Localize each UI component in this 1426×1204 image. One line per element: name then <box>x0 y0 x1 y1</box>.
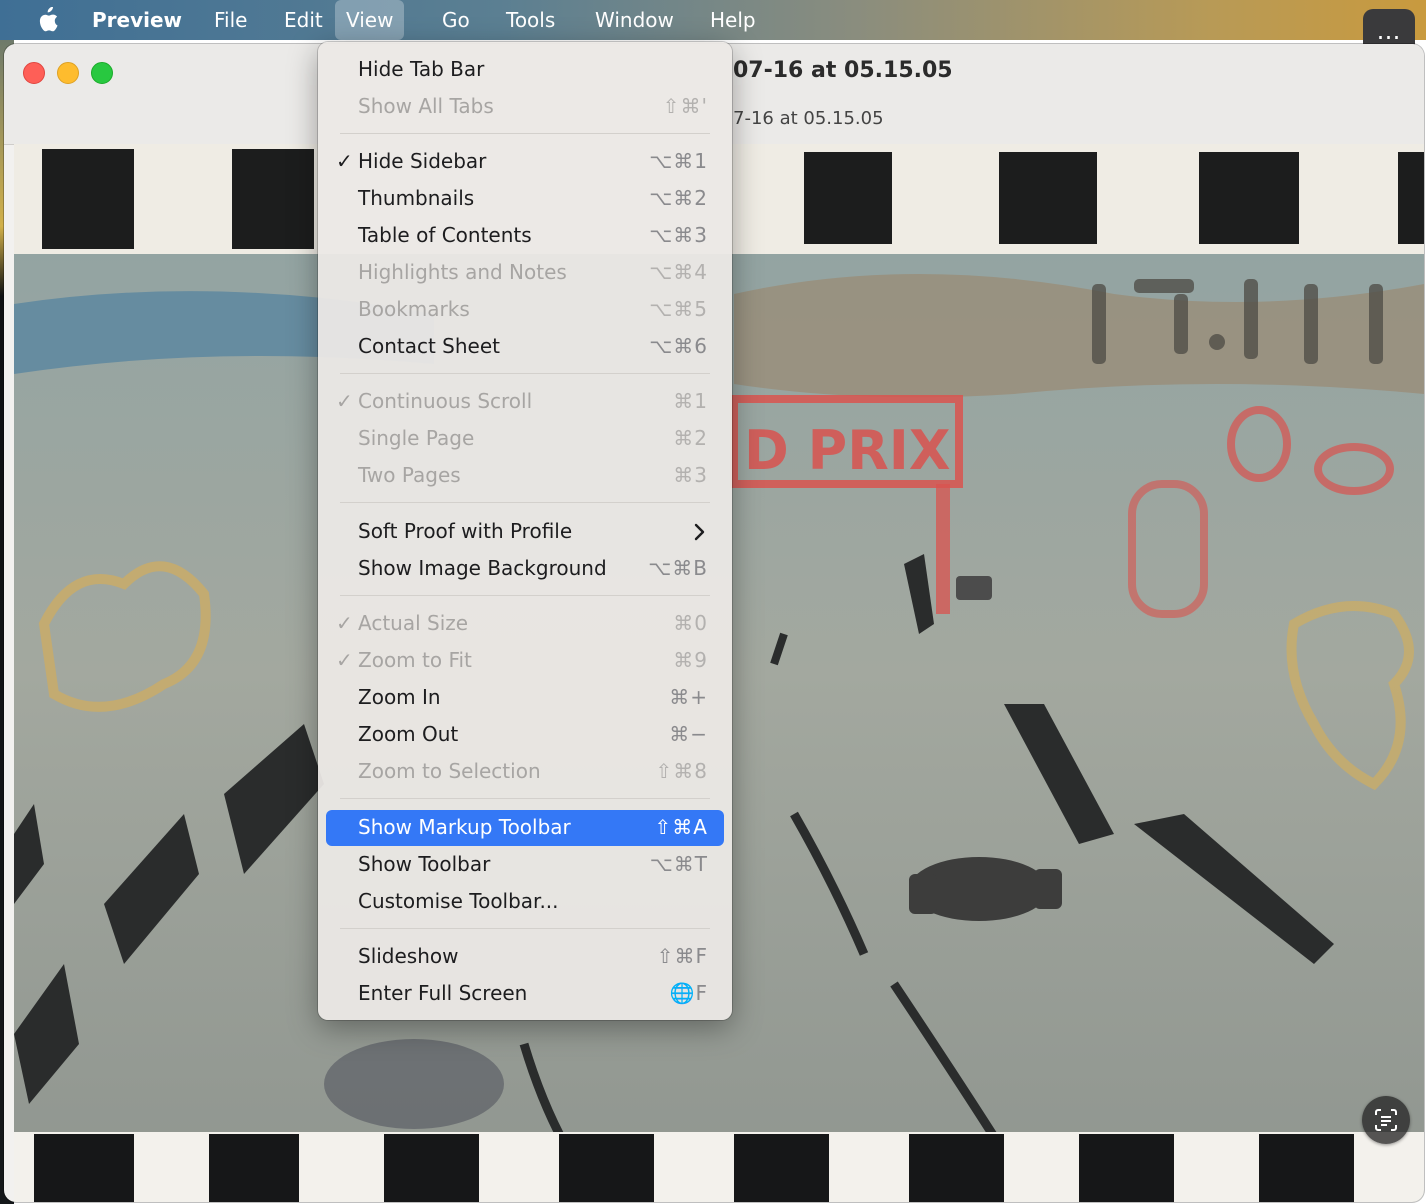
menu-separator <box>340 373 710 374</box>
menu-go[interactable]: Go <box>431 0 481 40</box>
shortcut: ⌥⌘1 <box>649 149 708 173</box>
menu-item-actual-size[interactable]: ✓ Actual Size ⌘0 <box>326 606 724 642</box>
menu-item-show-all-tabs[interactable]: Show All Tabs ⇧⌘' <box>326 89 724 125</box>
shortcut: ⌘− <box>669 722 708 746</box>
menu-item-slideshow[interactable]: Slideshow ⇧⌘F <box>326 939 724 975</box>
shortcut: ⌥⌘6 <box>649 334 708 358</box>
shortcut: ⇧⌘F <box>656 944 708 968</box>
menu-item-zoom-in[interactable]: Zoom In ⌘+ <box>326 680 724 716</box>
checkmark-icon: ✓ <box>336 611 353 635</box>
shortcut: ⌘3 <box>673 463 708 487</box>
shortcut: ⌥⌘2 <box>649 186 708 210</box>
sign-text: D PRIX <box>744 419 951 482</box>
menu-item-highlights-and-notes[interactable]: Highlights and Notes ⌥⌘4 <box>326 255 724 291</box>
shortcut: ⇧⌘A <box>654 815 708 839</box>
menu-separator <box>340 595 710 596</box>
window-title: 07-16 at 05.15.05 <box>733 58 953 83</box>
shortcut: ⌘2 <box>673 426 708 450</box>
menu-view[interactable]: View <box>335 0 405 40</box>
menu-edit[interactable]: Edit <box>273 0 334 40</box>
menu-item-zoom-to-fit[interactable]: ✓ Zoom to Fit ⌘9 <box>326 643 724 679</box>
checkmark-icon: ✓ <box>336 389 353 413</box>
menu-item-zoom-to-selection[interactable]: Zoom to Selection ⇧⌘8 <box>326 754 724 790</box>
menu-item-show-image-background[interactable]: Show Image Background ⌥⌘B <box>326 551 724 587</box>
shortcut: ⌥⌘3 <box>649 223 708 247</box>
menu-separator <box>340 798 710 799</box>
shortcut: ⌘1 <box>673 389 708 413</box>
menu-window[interactable]: Window <box>584 0 685 40</box>
view-menu-dropdown: Hide Tab Bar Show All Tabs ⇧⌘' ✓ Hide Si… <box>318 42 732 1020</box>
menu-item-customise-toolbar[interactable]: Customise Toolbar... <box>326 884 724 920</box>
shortcut: ⌥⌘5 <box>649 297 708 321</box>
menu-tools[interactable]: Tools <box>495 0 566 40</box>
menu-item-thumbnails[interactable]: Thumbnails ⌥⌘2 <box>326 181 724 217</box>
menu-item-continuous-scroll[interactable]: ✓ Continuous Scroll ⌘1 <box>326 384 724 420</box>
chevron-right-icon <box>694 522 706 546</box>
menu-separator <box>340 133 710 134</box>
menu-item-bookmarks[interactable]: Bookmarks ⌥⌘5 <box>326 292 724 328</box>
maximize-window-button[interactable] <box>91 62 113 84</box>
shortcut: ⌘9 <box>673 648 708 672</box>
menu-item-contact-sheet[interactable]: Contact Sheet ⌥⌘6 <box>326 329 724 365</box>
shortcut: ⇧⌘8 <box>655 759 708 783</box>
shortcut: ⌘0 <box>673 611 708 635</box>
shortcut: 🌐F <box>669 981 708 1005</box>
menu-app-preview[interactable]: Preview <box>81 0 193 40</box>
menu-item-single-page[interactable]: Single Page ⌘2 <box>326 421 724 457</box>
shortcut: ⌥⌘4 <box>649 260 708 284</box>
menu-item-soft-proof-with-profile[interactable]: Soft Proof with Profile <box>326 514 724 550</box>
menu-item-enter-full-screen[interactable]: Enter Full Screen 🌐F <box>326 976 724 1012</box>
menu-separator <box>340 928 710 929</box>
shortcut: ⇧⌘' <box>662 94 708 118</box>
checkmark-icon: ✓ <box>336 648 353 672</box>
shortcut: ⌥⌘B <box>648 556 708 580</box>
menu-file[interactable]: File <box>203 0 258 40</box>
minimize-window-button[interactable] <box>57 62 79 84</box>
menu-item-table-of-contents[interactable]: Table of Contents ⌥⌘3 <box>326 218 724 254</box>
checker-strip-bottom <box>14 1132 1424 1202</box>
menu-bar: Preview File Edit View Go Tools Window H… <box>0 0 1426 40</box>
shortcut: ⌥⌘T <box>649 852 708 876</box>
menu-item-zoom-out[interactable]: Zoom Out ⌘− <box>326 717 724 753</box>
apple-menu-icon[interactable] <box>24 0 70 40</box>
menu-item-two-pages[interactable]: Two Pages ⌘3 <box>326 458 724 494</box>
live-text-icon[interactable] <box>1362 1096 1410 1144</box>
close-window-button[interactable] <box>23 62 45 84</box>
menu-item-hide-sidebar[interactable]: ✓ Hide Sidebar ⌥⌘1 <box>326 144 724 180</box>
window-subtitle: 7-16 at 05.15.05 <box>733 108 884 129</box>
menu-separator <box>340 502 710 503</box>
checkmark-icon: ✓ <box>336 149 353 173</box>
menu-item-show-markup-toolbar[interactable]: Show Markup Toolbar ⇧⌘A <box>326 810 724 846</box>
menu-help[interactable]: Help <box>699 0 767 40</box>
menu-item-show-toolbar[interactable]: Show Toolbar ⌥⌘T <box>326 847 724 883</box>
menu-item-hide-tab-bar[interactable]: Hide Tab Bar <box>326 52 724 88</box>
shortcut: ⌘+ <box>669 685 708 709</box>
